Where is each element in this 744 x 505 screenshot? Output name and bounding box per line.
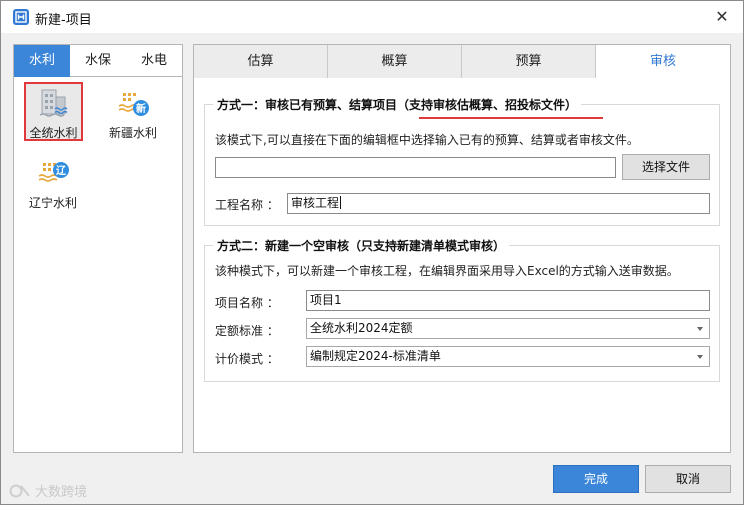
watermark-text: 大数跨境 xyxy=(35,485,88,500)
tab-budget[interactable]: 预算 xyxy=(462,45,596,78)
chevron-down-icon xyxy=(697,355,703,359)
tab-water-conservancy[interactable]: 水利 xyxy=(14,45,70,77)
project-name-label: 工程名称 ： xyxy=(215,198,279,212)
pricing-mode-label: 计价模式 ： xyxy=(215,352,279,366)
province-label: 辽宁水利 xyxy=(28,196,77,210)
method-two-description: 该种模式下，可以新建一个审核工程，在编辑界面采用导入Excel的方式输入送审数据… xyxy=(215,264,679,278)
close-button[interactable]: ✕ xyxy=(707,3,737,31)
file-path-input[interactable] xyxy=(215,157,616,178)
pricing-mode-select[interactable]: 编制规定2024-标准清单 xyxy=(306,346,710,367)
water-building-icon: 辽 xyxy=(36,157,70,191)
water-building-icon: 新 xyxy=(116,87,150,121)
chevron-down-icon xyxy=(697,327,703,331)
project-type-tabs: 估算 概算 预算 审核 xyxy=(194,45,730,78)
category-panel: 水利 水保 水电 全统水利 新 新疆水利 辽 辽宁水利 xyxy=(13,44,183,453)
item-name-input[interactable]: 项目1 xyxy=(306,290,710,311)
window-title: 新建-项目 xyxy=(35,13,92,28)
finish-button[interactable]: 完成 xyxy=(553,465,639,493)
category-tabs: 水利 水保 水电 xyxy=(14,45,182,77)
province-item-xinjiang[interactable]: 新 新疆水利 xyxy=(98,87,168,141)
quota-standard-select[interactable]: 全统水利2024定额 xyxy=(306,318,710,339)
quota-standard-label: 定额标准 ： xyxy=(215,324,279,338)
cancel-button[interactable]: 取消 xyxy=(645,465,731,493)
method-one-highlight: （支持审核估概算、招投标文件） xyxy=(397,98,578,112)
project-type-panel: 估算 概算 预算 审核 方式一：审核已有预算、结算项目（支持审核估概算、招投标文… xyxy=(193,44,731,453)
watermark-logo-icon xyxy=(9,483,31,499)
new-project-dialog: 新建-项目 ✕ 水利 水保 水电 全统水利 新 新疆水利 辽 辽宁水利 估算 概… xyxy=(0,0,744,505)
province-label: 新疆水利 xyxy=(108,126,157,140)
province-item-liaoning[interactable]: 辽 辽宁水利 xyxy=(18,157,88,211)
app-logo-icon xyxy=(13,9,29,25)
tab-budget-estimate[interactable]: 概算 xyxy=(328,45,462,78)
tab-audit[interactable]: 审核 xyxy=(596,45,730,78)
method-one-description: 该模式下,可以直接在下面的编辑框中选择输入已有的预算、结算或者审核文件。 xyxy=(215,133,639,147)
tab-hydropower[interactable]: 水电 xyxy=(126,45,182,77)
badge-xin: 新 xyxy=(136,104,146,115)
choose-file-button[interactable]: 选择文件 xyxy=(622,154,710,180)
project-name-input[interactable]: 审核工程 xyxy=(287,193,710,214)
tab-estimate[interactable]: 估算 xyxy=(194,45,328,78)
watermark: 大数跨境 xyxy=(9,481,87,501)
method-two-title: 方式二：新建一个空审核（只支持新建清单模式审核） xyxy=(213,237,510,254)
province-label: 全统水利 xyxy=(29,126,78,140)
title-bar: 新建-项目 ✕ xyxy=(1,1,743,33)
method-one-group: 方式一：审核已有预算、结算项目（支持审核估概算、招投标文件） 该模式下,可以直接… xyxy=(204,96,720,226)
badge-liao: 辽 xyxy=(56,166,66,177)
tab-soil-conservation[interactable]: 水保 xyxy=(70,45,126,77)
building-icon xyxy=(37,87,71,121)
highlight-underline xyxy=(419,117,603,119)
method-two-group: 方式二：新建一个空审核（只支持新建清单模式审核） 该种模式下，可以新建一个审核工… xyxy=(204,237,720,382)
method-one-title: 方式一：审核已有预算、结算项目（支持审核估概算、招投标文件） xyxy=(213,96,582,113)
province-item-national[interactable]: 全统水利 xyxy=(24,82,83,141)
item-name-label: 项目名称 ： xyxy=(215,296,279,310)
